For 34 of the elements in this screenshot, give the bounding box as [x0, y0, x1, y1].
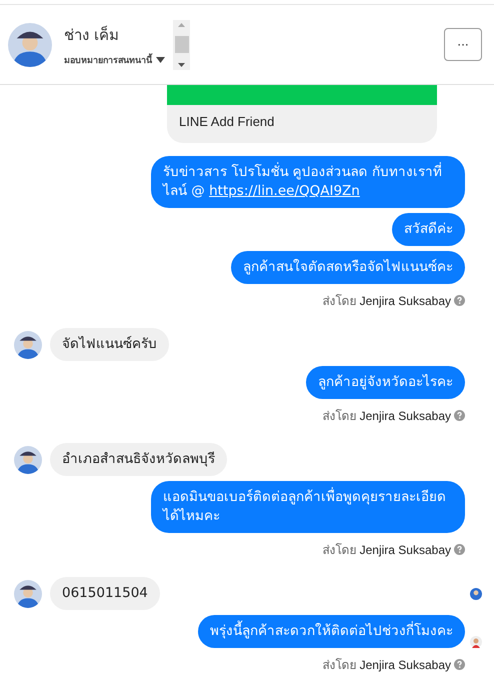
outgoing-message: พรุ่งนี้ลูกค้าสะดวกให้ติดต่อไปช่วงกี่โมงคะ — [198, 615, 465, 648]
scroll-up-icon[interactable] — [178, 22, 185, 26]
outgoing-message: ลูกค้าสนใจตัดสดหรือจัดไฟแนนซ์คะ — [231, 251, 465, 284]
incoming-message: 0615011504 — [50, 577, 160, 610]
outgoing-message: รับข่าวสาร โปรโมชั่น คูปองส่วนลด กับทางเราที่ไลน์ @ https://lin.ee/QQAI9Zn — [151, 156, 465, 208]
sender-avatar — [14, 580, 42, 608]
contact-avatar — [8, 22, 52, 66]
help-icon[interactable] — [454, 410, 465, 421]
help-icon[interactable] — [454, 544, 465, 555]
incoming-message: อำเภอสำสนธิจังหวัดลพบุรี — [50, 443, 227, 476]
sender-avatar — [14, 330, 42, 358]
scroll-down-icon[interactable] — [178, 62, 185, 66]
help-icon[interactable] — [454, 659, 465, 670]
outgoing-message: สวัสดีค่ะ — [392, 213, 465, 246]
outgoing-message: ลูกค้าอยู่จังหวัดอะไรคะ — [306, 366, 465, 399]
incoming-message: จัดไฟแนนซ์ครับ — [50, 328, 169, 361]
sender-name: Jenjira Suksabay — [360, 542, 451, 556]
scrollbar[interactable] — [173, 20, 190, 70]
sent-by-label: ส่งโดย — [322, 657, 357, 674]
message-link[interactable]: https://lin.ee/QQAI9Zn — [209, 183, 360, 199]
assign-dropdown[interactable]: มอบหมายการสนทนานี้ — [64, 52, 165, 66]
contact-name: ช่าง เค็ม — [64, 24, 120, 46]
sent-by-label: ส่งโดย — [322, 293, 357, 310]
card-label[interactable]: LINE Add Friend — [167, 105, 437, 143]
sent-by-label: ส่งโดย — [322, 408, 357, 425]
sent-by-label: ส่งโดย — [322, 542, 357, 559]
more-button[interactable]: ··· — [444, 28, 482, 61]
outgoing-message: แอดมินขอเบอร์ติดต่อลูกค้าเพื่อพูดคุยรายละเอียดได้ไหมคะ — [151, 481, 465, 533]
sender-name: Jenjira Suksabay — [360, 658, 451, 672]
caret-icon — [156, 56, 165, 62]
sender-avatar — [14, 446, 42, 474]
sender-name: Jenjira Suksabay — [360, 408, 451, 422]
help-icon[interactable] — [454, 295, 465, 306]
sender-name: Jenjira Suksabay — [360, 294, 451, 308]
